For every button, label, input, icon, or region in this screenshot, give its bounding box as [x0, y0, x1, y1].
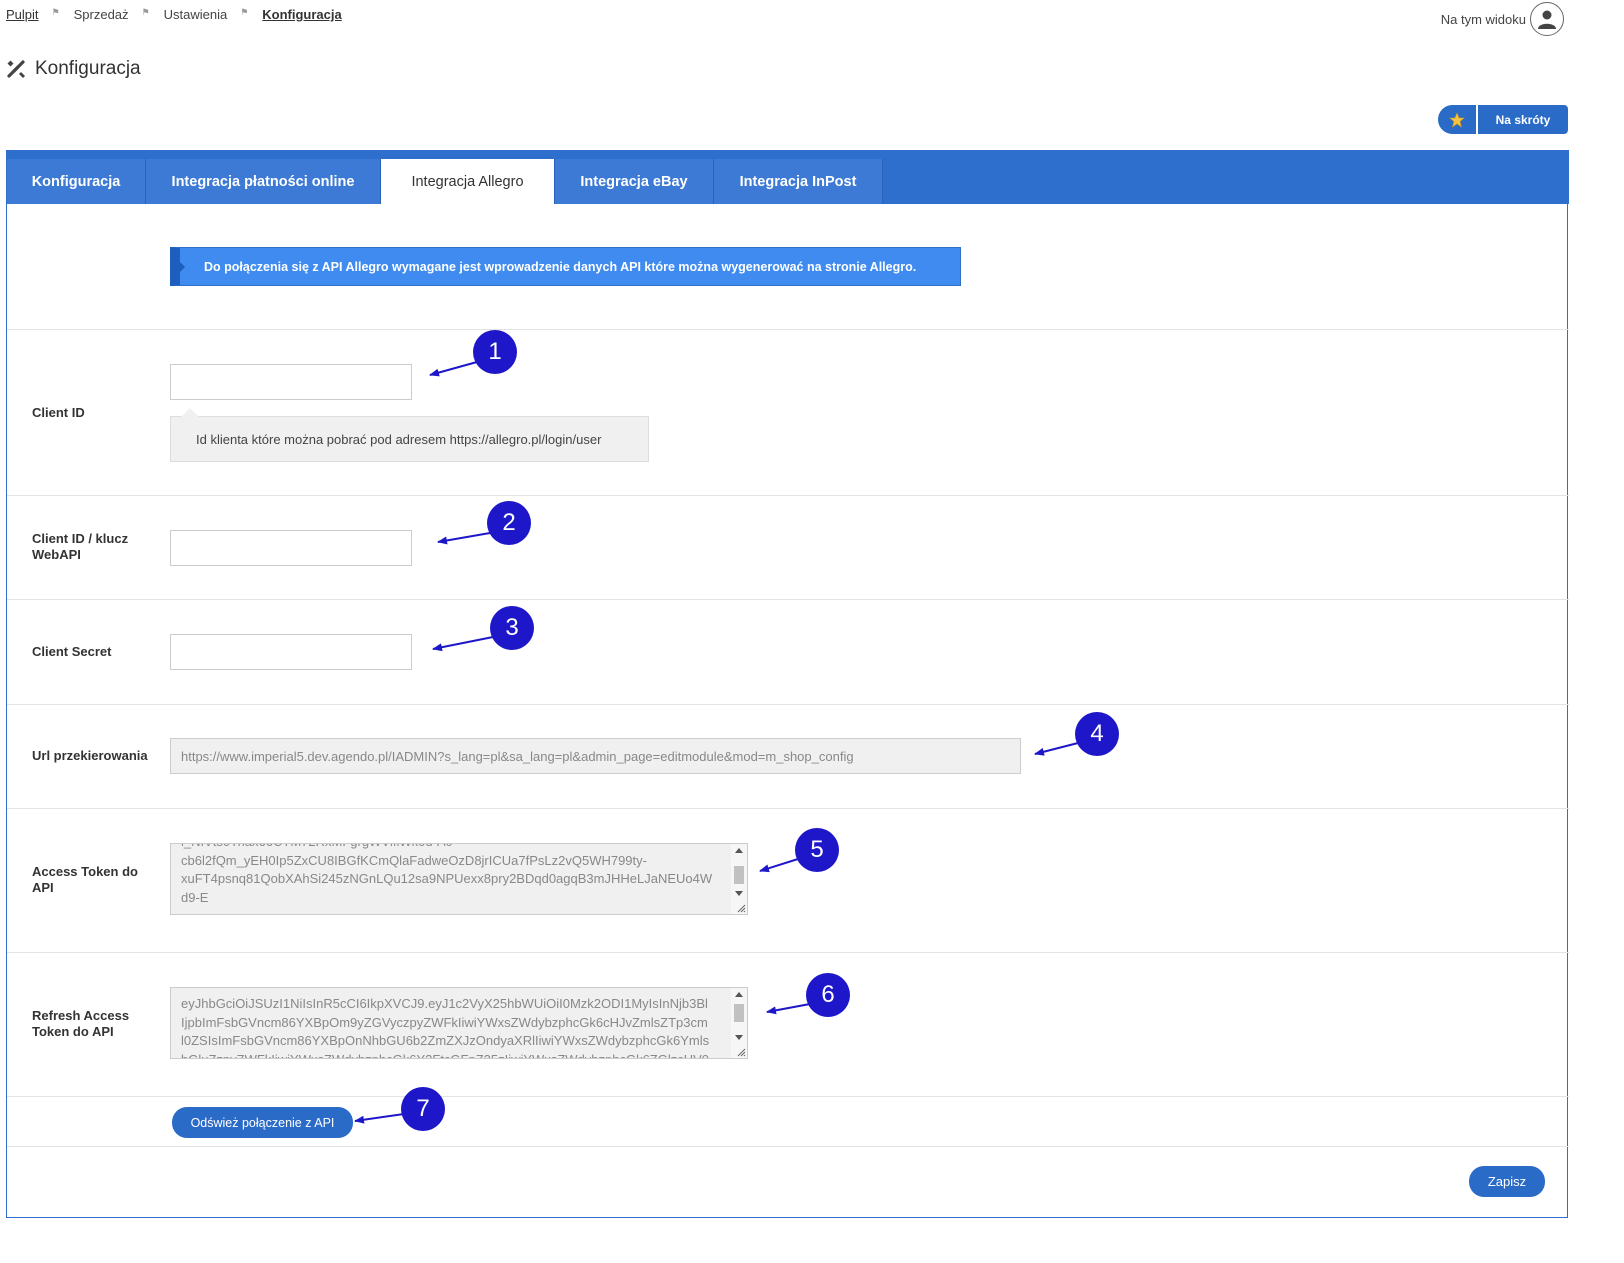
scroll-thumb[interactable]	[734, 866, 744, 884]
breadcrumb-item-pulpit[interactable]: Pulpit	[6, 7, 39, 22]
access-token-line: d9-E	[181, 889, 209, 905]
star-icon[interactable]	[1438, 105, 1476, 134]
row-divider	[7, 329, 1569, 330]
scroll-thumb[interactable]	[734, 1004, 744, 1022]
annotation-marker-5: 5	[795, 828, 839, 872]
user-avatar-icon[interactable]	[1530, 2, 1564, 36]
shortcuts-label[interactable]: Na skróty	[1478, 105, 1568, 134]
banner-chevron-icon	[178, 260, 185, 274]
annotation-marker-6: 6	[806, 973, 850, 1017]
annotation-marker-4: 4	[1075, 712, 1119, 756]
webapi-key-label-line2: WebAPI	[32, 547, 81, 562]
row-divider	[7, 952, 1569, 953]
annotation-marker-2: 2	[487, 501, 531, 545]
annotation-marker-3: 3	[490, 606, 534, 650]
access-token-line: cb6l2fQm_yEH0Ip5ZxCU8IBGfKCmQlaFadweOzD8…	[181, 852, 647, 868]
resize-grip-icon[interactable]	[736, 903, 746, 913]
redirect-url-label: Url przekierowania	[32, 748, 148, 763]
row-divider	[7, 495, 1569, 496]
webapi-key-label: Client ID / klucz WebAPI	[32, 531, 128, 563]
tools-icon	[7, 60, 25, 78]
shortcuts-button[interactable]: Na skróty	[1438, 105, 1568, 134]
access-token-label-line1: Access Token do	[32, 864, 138, 879]
tooltip-caret-icon	[181, 408, 199, 417]
access-token-label-line2: API	[32, 880, 54, 895]
info-banner: Do połączenia się z API Allegro wymagane…	[170, 247, 961, 286]
refresh-api-connection-button[interactable]: Odśwież połączenie z API	[172, 1107, 353, 1138]
tab-konfiguracja[interactable]: Konfiguracja	[7, 159, 146, 204]
view-user-box[interactable]: Na tym widoku	[1441, 2, 1564, 36]
row-divider	[7, 808, 1569, 809]
breadcrumb-item-konfiguracja[interactable]: Konfiguracja	[262, 7, 341, 22]
client-id-label: Client ID	[32, 405, 85, 420]
access-token-label: Access Token do API	[32, 864, 138, 896]
save-button[interactable]: Zapisz	[1469, 1166, 1545, 1197]
annotation-marker-1: 1	[473, 330, 517, 374]
tab-ebay[interactable]: Integracja eBay	[555, 159, 714, 204]
page-title-text: Konfiguracja	[35, 58, 141, 79]
flag-separator-icon: ⚑	[51, 7, 60, 17]
webapi-key-label-line1: Client ID / klucz	[32, 531, 129, 546]
refresh-token-line: bGluZzpyZWFkIiwiYWxsZWdybzphcGk6Y2FtcGFp…	[181, 1051, 710, 1059]
tab-allegro[interactable]: Integracja Allegro	[381, 159, 555, 204]
scroll-down-icon[interactable]	[735, 891, 743, 896]
tab-platnosci-online[interactable]: Integracja płatności online	[146, 159, 381, 204]
flag-separator-icon: ⚑	[141, 7, 150, 17]
refresh-token-line: IjpbImFsbGVncm86YXBpOm9yZGVyczpyZWFkIiwi…	[181, 1014, 708, 1030]
refresh-token-label-line2: Token do API	[32, 1024, 114, 1039]
tab-inpost[interactable]: Integracja InPost	[714, 159, 883, 204]
page-title: Konfiguracja	[6, 58, 141, 80]
tab-bar: Konfiguracja Integracja płatności online…	[7, 150, 1569, 204]
scroll-up-icon[interactable]	[735, 992, 743, 997]
refresh-token-label: Refresh Access Token do API	[32, 1008, 129, 1040]
scroll-down-icon[interactable]	[735, 1035, 743, 1040]
refresh-token-label-line1: Refresh Access	[32, 1008, 130, 1023]
client-id-input[interactable]	[170, 364, 412, 400]
access-token-textarea[interactable]: l_NIVts0Triax66CTM72RxMFgrgWVlfiWk0d-Ac …	[170, 843, 748, 915]
refresh-token-line: eyJhbGciOiJSUzI1NiIsInR5cCI6IkpXVCJ9.eyJ…	[181, 996, 708, 1011]
row-divider	[7, 704, 1569, 705]
client-secret-input[interactable]	[170, 634, 412, 670]
breadcrumb: Pulpit ⚑ Sprzedaż ⚑ Ustawienia ⚑ Konfigu…	[6, 7, 342, 22]
row-divider	[7, 1096, 1569, 1097]
refresh-token-textarea[interactable]: eyJhbGciOiJSUzI1NiIsInR5cCI6IkpXVCJ9.eyJ…	[170, 987, 748, 1059]
breadcrumb-item-sprzedaz[interactable]: Sprzedaż	[74, 7, 129, 22]
redirect-url-input[interactable]	[170, 738, 1021, 774]
breadcrumb-item-ustawienia[interactable]: Ustawienia	[164, 7, 228, 22]
refresh-token-line: l0ZSIsImFsbGVncm86YXBpOnNhbGU6b2ZmZXJzOn…	[181, 1033, 710, 1048]
client-id-hint-text: Id klienta które można pobrać pod adrese…	[196, 431, 602, 447]
resize-grip-icon[interactable]	[736, 1047, 746, 1057]
config-panel: Konfiguracja Integracja płatności online…	[6, 150, 1569, 1218]
webapi-key-input[interactable]	[170, 530, 412, 566]
access-token-line: l_NIVts0Triax66CTM72RxMFgrgWVlfiWk0d-Ac	[181, 844, 721, 852]
row-divider	[7, 1146, 1569, 1147]
info-banner-text: Do połączenia się z API Allegro wymagane…	[204, 259, 917, 274]
client-secret-label: Client Secret	[32, 644, 112, 659]
view-label: Na tym widoku	[1440, 11, 1526, 27]
row-divider	[7, 599, 1569, 600]
scroll-up-icon[interactable]	[735, 848, 743, 853]
client-id-hint: Id klienta które można pobrać pod adrese…	[170, 408, 649, 462]
access-token-line: xuFT4psnq81QobXAhSi245zNGnLQu12sa9NPUexx…	[181, 871, 713, 886]
flag-separator-icon: ⚑	[240, 7, 249, 17]
annotation-marker-7: 7	[401, 1087, 445, 1131]
